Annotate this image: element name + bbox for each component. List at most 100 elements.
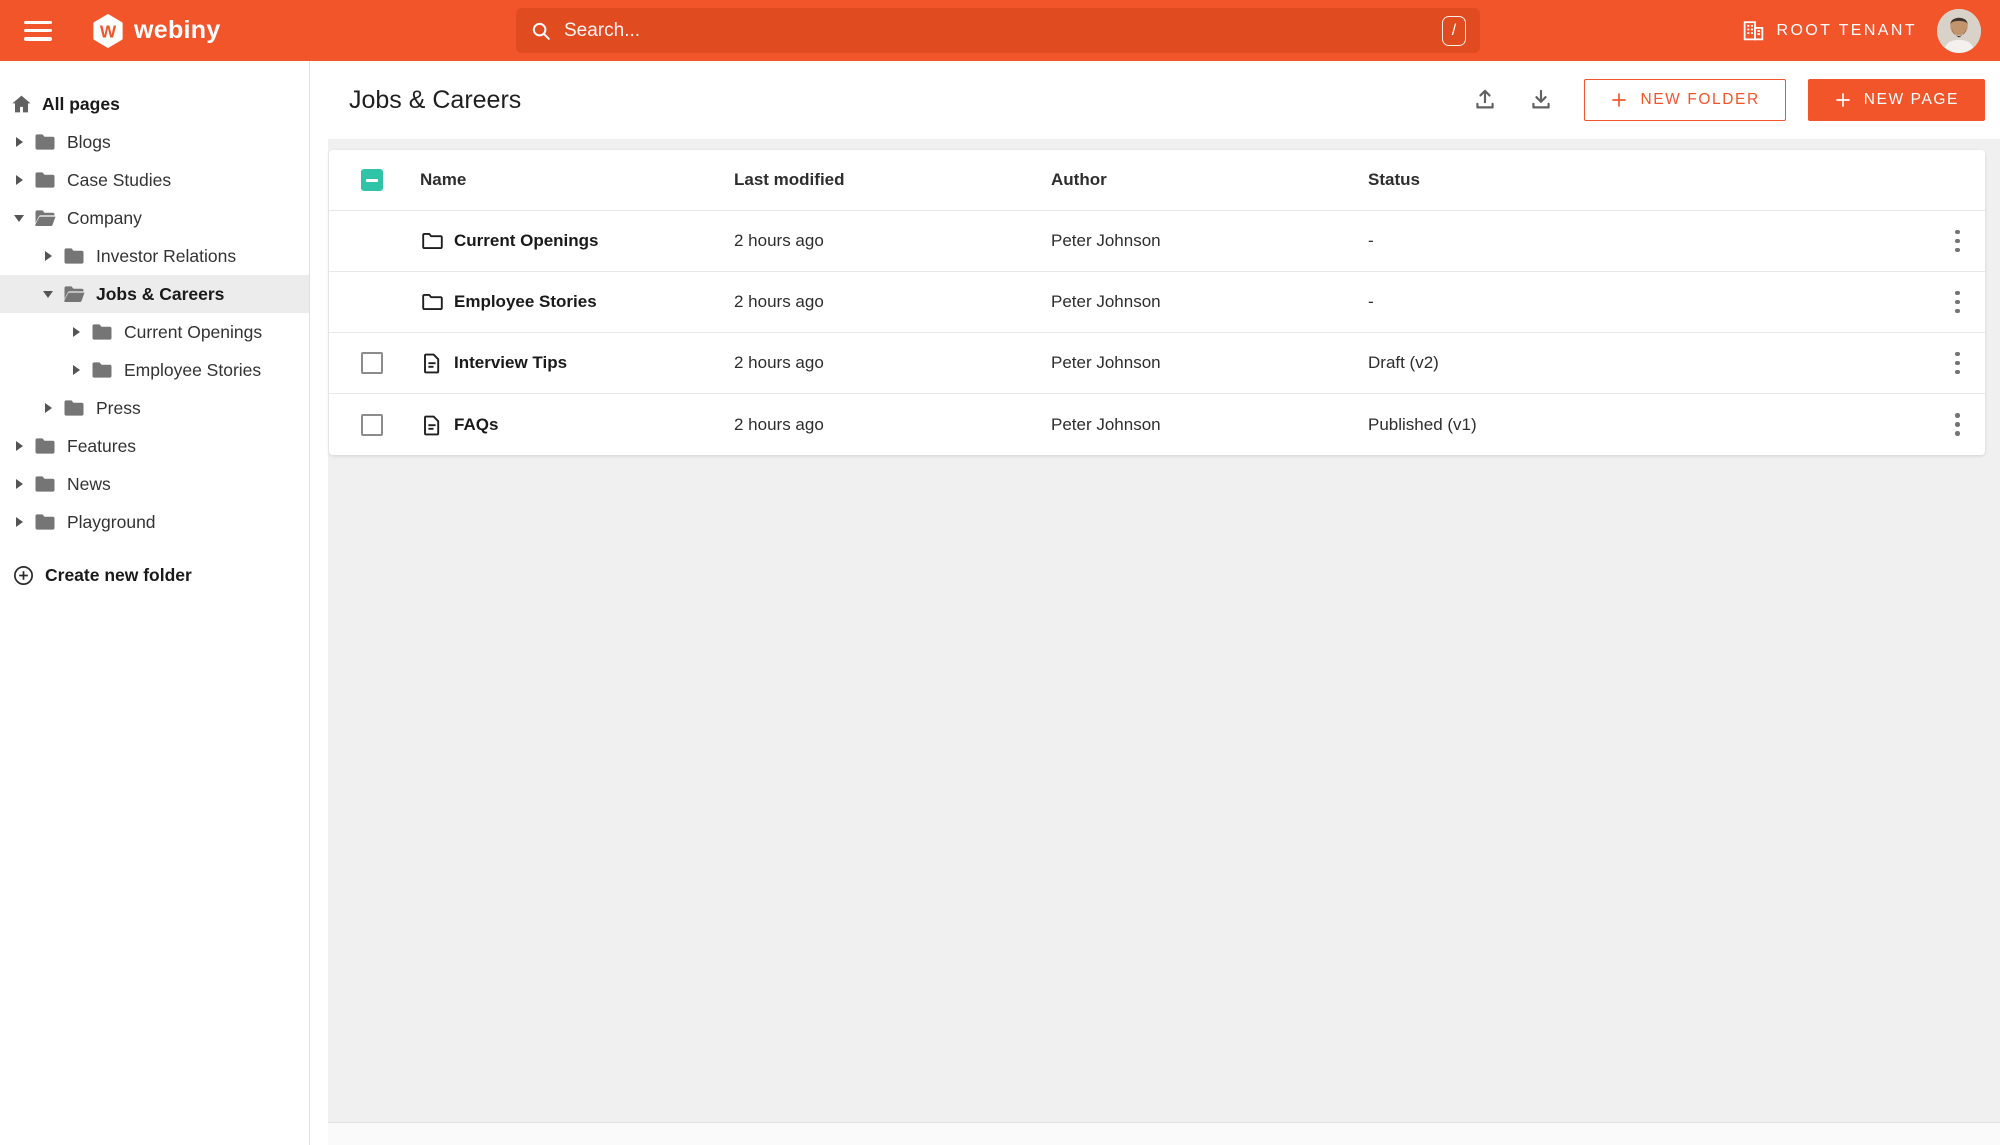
page-icon bbox=[424, 353, 440, 374]
folder-icon bbox=[35, 476, 55, 492]
caret-right-icon[interactable] bbox=[14, 478, 26, 490]
webiny-logo[interactable]: W webiny bbox=[90, 11, 221, 51]
sidebar-item-all-pages[interactable]: All pages bbox=[0, 85, 309, 123]
row-name[interactable]: Interview Tips bbox=[454, 353, 567, 373]
folder-tree-sidebar: All pages Blogs Case Studies Company Inv… bbox=[0, 61, 310, 1145]
caret-right-icon[interactable] bbox=[14, 440, 26, 452]
column-header-status[interactable]: Status bbox=[1368, 170, 1930, 190]
column-header-author[interactable]: Author bbox=[1051, 170, 1368, 190]
row-name[interactable]: Employee Stories bbox=[454, 292, 597, 312]
sidebar-item-label: Case Studies bbox=[67, 169, 172, 190]
folder-icon bbox=[35, 172, 55, 188]
row-name[interactable]: Current Openings bbox=[454, 231, 599, 251]
menu-icon[interactable] bbox=[24, 20, 52, 41]
sidebar-item-case-studies[interactable]: Case Studies bbox=[0, 161, 309, 199]
row-status: Published (v1) bbox=[1368, 414, 1477, 434]
row-name[interactable]: FAQs bbox=[454, 415, 498, 435]
folder-icon bbox=[422, 232, 443, 250]
new-folder-button[interactable]: NEW FOLDER bbox=[1584, 79, 1786, 121]
sidebar-item-label: Current Openings bbox=[124, 321, 263, 342]
export-button[interactable] bbox=[1524, 83, 1558, 117]
building-icon bbox=[1743, 21, 1763, 41]
row-menu-kebab-icon[interactable] bbox=[1930, 394, 1985, 455]
row-last-modified: 2 hours ago bbox=[734, 231, 824, 250]
sidebar-item-label: All pages bbox=[42, 93, 120, 114]
row-checkbox[interactable] bbox=[361, 352, 383, 374]
caret-right-icon[interactable] bbox=[71, 364, 83, 376]
sidebar-item-news[interactable]: News bbox=[0, 465, 309, 503]
column-header-last-modified[interactable]: Last modified bbox=[734, 170, 1051, 190]
create-new-folder-button[interactable]: Create new folder bbox=[0, 555, 309, 595]
folder-open-icon bbox=[64, 286, 85, 302]
sidebar-item-investor-relations[interactable]: Investor Relations bbox=[0, 237, 309, 275]
sidebar-item-employee-stories[interactable]: Employee Stories bbox=[0, 351, 309, 389]
new-page-label: NEW PAGE bbox=[1863, 91, 1959, 108]
caret-right-icon[interactable] bbox=[14, 136, 26, 148]
caret-right-icon[interactable] bbox=[43, 402, 55, 414]
folder-icon bbox=[92, 362, 112, 378]
table-row[interactable]: FAQs 2 hours ago Peter Johnson Published… bbox=[329, 394, 1985, 455]
row-author: Peter Johnson bbox=[1051, 414, 1161, 434]
caret-down-icon[interactable] bbox=[14, 212, 26, 224]
caret-right-icon[interactable] bbox=[71, 326, 83, 338]
table-row[interactable]: Current Openings 2 hours ago Peter Johns… bbox=[329, 211, 1985, 272]
new-page-button[interactable]: NEW PAGE bbox=[1807, 79, 1985, 121]
download-icon bbox=[1532, 89, 1551, 109]
table-row[interactable]: Interview Tips 2 hours ago Peter Johnson… bbox=[329, 333, 1985, 394]
row-last-modified: 2 hours ago bbox=[734, 353, 824, 372]
folder-icon bbox=[422, 293, 443, 311]
plus-circle-icon bbox=[14, 565, 33, 585]
sidebar-item-press[interactable]: Press bbox=[0, 389, 309, 427]
caret-right-icon[interactable] bbox=[43, 250, 55, 262]
folder-icon bbox=[35, 438, 55, 454]
search-input[interactable] bbox=[564, 19, 1442, 42]
caret-right-icon[interactable] bbox=[14, 516, 26, 528]
sidebar-item-label: Investor Relations bbox=[96, 245, 237, 266]
import-button[interactable] bbox=[1468, 83, 1502, 117]
sidebar-item-label: Employee Stories bbox=[124, 359, 262, 380]
main-content: Jobs & Careers NEW FOLDER NEW PAGE Name … bbox=[328, 61, 2000, 1145]
folder-icon bbox=[35, 514, 55, 530]
row-author: Peter Johnson bbox=[1051, 231, 1161, 250]
select-all-checkbox[interactable] bbox=[361, 169, 383, 191]
sidebar-item-label: News bbox=[67, 473, 111, 494]
caret-down-icon[interactable] bbox=[43, 288, 55, 300]
sidebar-scrollbar-gutter[interactable] bbox=[310, 61, 328, 1145]
tenant-label: ROOT TENANT bbox=[1776, 21, 1917, 39]
table-header-row: Name Last modified Author Status bbox=[329, 150, 1985, 211]
row-menu-kebab-icon[interactable] bbox=[1930, 333, 1985, 393]
plus-icon bbox=[1835, 93, 1850, 107]
search-bar[interactable]: / bbox=[516, 8, 1480, 53]
avatar[interactable] bbox=[1937, 8, 1981, 53]
column-header-name[interactable]: Name bbox=[393, 170, 734, 190]
row-author: Peter Johnson bbox=[1051, 353, 1161, 372]
row-menu-kebab-icon[interactable] bbox=[1930, 272, 1985, 332]
sidebar-item-current-openings[interactable]: Current Openings bbox=[0, 313, 309, 351]
home-icon bbox=[12, 95, 31, 112]
row-menu-kebab-icon[interactable] bbox=[1930, 211, 1985, 271]
upload-icon bbox=[1476, 89, 1495, 109]
row-last-modified: 2 hours ago bbox=[734, 414, 824, 434]
sidebar-item-features[interactable]: Features bbox=[0, 427, 309, 465]
sidebar-item-jobs-careers[interactable]: Jobs & Careers bbox=[0, 275, 309, 313]
folder-open-icon bbox=[35, 210, 56, 226]
sidebar-item-label: Features bbox=[67, 435, 137, 456]
slash-shortcut-badge: / bbox=[1442, 15, 1466, 46]
table-row[interactable]: Employee Stories 2 hours ago Peter Johns… bbox=[329, 272, 1985, 333]
row-status: - bbox=[1368, 231, 1374, 250]
tenant-selector[interactable]: ROOT TENANT bbox=[1741, 18, 1918, 43]
horizontal-scrollbar-track[interactable] bbox=[328, 1122, 2000, 1145]
logo-wordmark: webiny bbox=[134, 16, 221, 44]
sidebar-item-label: Jobs & Careers bbox=[96, 283, 225, 304]
sidebar-item-playground[interactable]: Playground bbox=[0, 503, 309, 541]
row-status: - bbox=[1368, 292, 1374, 311]
caret-right-icon[interactable] bbox=[14, 174, 26, 186]
svg-text:W: W bbox=[100, 21, 117, 41]
page-header: Jobs & Careers NEW FOLDER NEW PAGE bbox=[328, 61, 2000, 139]
page-icon bbox=[424, 415, 440, 435]
row-checkbox[interactable] bbox=[361, 413, 383, 436]
sidebar-item-blogs[interactable]: Blogs bbox=[0, 123, 309, 161]
sidebar-item-company[interactable]: Company bbox=[0, 199, 309, 237]
top-bar: W webiny / ROOT TENANT bbox=[0, 0, 2000, 61]
row-status: Draft (v2) bbox=[1368, 353, 1439, 372]
